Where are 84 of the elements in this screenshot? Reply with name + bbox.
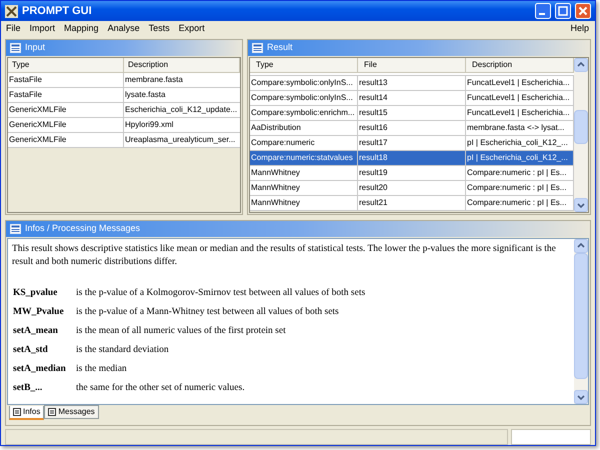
table-cell-text: lysate.fasta: [124, 89, 166, 101]
table-cell: result15: [358, 106, 466, 120]
scrollbar[interactable]: [574, 58, 588, 212]
definition-term: setB_...: [12, 382, 44, 395]
table-cell: MannWhitney: [250, 196, 358, 210]
tab[interactable]: Messages: [44, 405, 99, 419]
table-cell-text: Ureaplasma_urealyticum_ser...: [124, 134, 236, 146]
definition-term: MW_Pvalue: [12, 306, 65, 319]
table-cell: GenericXMLFile: [8, 118, 124, 132]
scrollbar[interactable]: [574, 239, 588, 404]
scroll-up-icon[interactable]: [574, 239, 588, 253]
table-cell: Compare:numeric:statvalues: [250, 151, 358, 165]
menu-item[interactable]: Export: [178, 22, 205, 36]
table-icon: [10, 43, 21, 53]
definition-text: the same for the other set of numeric values.: [76, 382, 245, 395]
table-row[interactable]: Compare:numeric:statvalues result18 pI | Escherichia_coli_K12_...: [250, 151, 574, 166]
scroll-down-icon[interactable]: [574, 198, 588, 212]
table-cell: GenericXMLFile: [8, 133, 124, 147]
table-cell-text: Hpylori99.xml: [124, 119, 174, 131]
table-row[interactable]: MannWhitney result21 Compare:numeric : pI | Es...: [250, 196, 574, 211]
table-cell: MannWhitney: [250, 181, 358, 195]
table-cell: result18: [358, 151, 466, 165]
definition-term: setA_mean: [12, 325, 59, 338]
definition-text: is the p-value of a Kolmogorov-Smirnov test between all values of both sets: [76, 287, 366, 300]
menu-item[interactable]: Analyse: [108, 22, 140, 36]
scroll-thumb[interactable]: [574, 253, 588, 379]
table-icon: [252, 43, 263, 53]
definition-text: is the p-value of a Mann-Whitney test between all values of both sets: [76, 306, 339, 319]
table-cell: result17: [358, 136, 466, 150]
info-paragraph: This result shows descriptive statistics like mean or median and the results of statistical tests. The lower the p-values the more significant is the result and both numeric distributions differ.: [12, 243, 557, 269]
table-cell: result19: [358, 166, 466, 180]
table-cell: FastaFile: [8, 73, 124, 87]
panel-title: Result: [267, 41, 293, 54]
column-header[interactable]: Type: [8, 58, 124, 72]
window-title: PROMPT GUI: [22, 4, 93, 19]
minimize-icon[interactable]: [535, 3, 551, 19]
table-cell: result20: [358, 181, 466, 195]
table-cell: FastaFile: [8, 88, 124, 102]
definition-term: setA_std: [12, 344, 49, 357]
table-row[interactable]: Compare:symbolic:onlyInS... result13 FuncatLevel1 | Escherichia...: [250, 76, 574, 91]
column-header[interactable]: Description: [124, 58, 240, 72]
table-cell: MannWhitney: [250, 166, 358, 180]
tab-icon: [13, 408, 21, 416]
table-cell: result21: [358, 196, 466, 210]
menu-item[interactable]: Help: [570, 22, 589, 36]
table-cell: AaDistribution: [250, 121, 358, 135]
close-icon[interactable]: [575, 3, 591, 19]
tab-icon: [48, 408, 56, 416]
table-cell: result14: [358, 91, 466, 105]
table-row[interactable]: Compare:symbolic:enrichm... result15 FuncatLevel1 | Escherichia...: [250, 106, 574, 121]
menu-item[interactable]: Tests: [148, 22, 170, 36]
table-row[interactable]: Compare:symbolic:onlyInS... result14 FuncatLevel1 | Escherichia...: [250, 91, 574, 106]
definition-text: is the median: [76, 363, 127, 376]
table-cell: Compare:symbolic:onlyInS...: [250, 76, 358, 90]
tab[interactable]: Infos: [9, 406, 44, 420]
column-header[interactable]: Type: [250, 58, 358, 72]
message-icon: [10, 224, 21, 234]
table-cell: Compare:symbolic:onlyInS...: [250, 91, 358, 105]
panel-title: Input: [25, 41, 46, 54]
scroll-thumb[interactable]: [574, 110, 588, 144]
scroll-down-icon[interactable]: [574, 390, 588, 404]
scroll-up-icon[interactable]: [574, 58, 588, 72]
table-cell-text: membrane.fasta: [124, 74, 184, 86]
table-cell: Compare:symbolic:enrichm...: [250, 106, 358, 120]
table-row[interactable]: MannWhitney result20 Compare:numeric : pI | Es...: [250, 181, 574, 196]
table-row[interactable]: MannWhitney result19 Compare:numeric : pI | Es...: [250, 166, 574, 181]
table-cell: result13: [358, 76, 466, 90]
definition-text: is the mean of all numeric values of the first protein set: [76, 325, 286, 338]
maximize-icon[interactable]: [555, 3, 571, 19]
definition-term: KS_pvalue: [12, 287, 58, 300]
column-header[interactable]: File: [358, 58, 466, 72]
table-cell-text: Escherichia_coli_K12_update...: [124, 104, 238, 116]
table-cell: result16: [358, 121, 466, 135]
table-cell: GenericXMLFile: [8, 103, 124, 117]
menu-item[interactable]: Mapping: [64, 22, 99, 36]
app-icon: [5, 4, 18, 18]
menu-item[interactable]: Import: [30, 22, 56, 36]
definition-term: setA_median: [12, 363, 67, 376]
table-row[interactable]: Compare:numeric result17 pI | Escherichia_coli_K12_...: [250, 136, 574, 151]
definition-text: is the standard deviation: [76, 344, 169, 357]
panel-title: Infos / Processing Messages: [25, 222, 140, 236]
table-row[interactable]: AaDistribution result16 membrane.fasta <-> lysat...: [250, 121, 574, 136]
table-cell: Compare:numeric: [250, 136, 358, 150]
menu-item[interactable]: File: [6, 22, 21, 36]
